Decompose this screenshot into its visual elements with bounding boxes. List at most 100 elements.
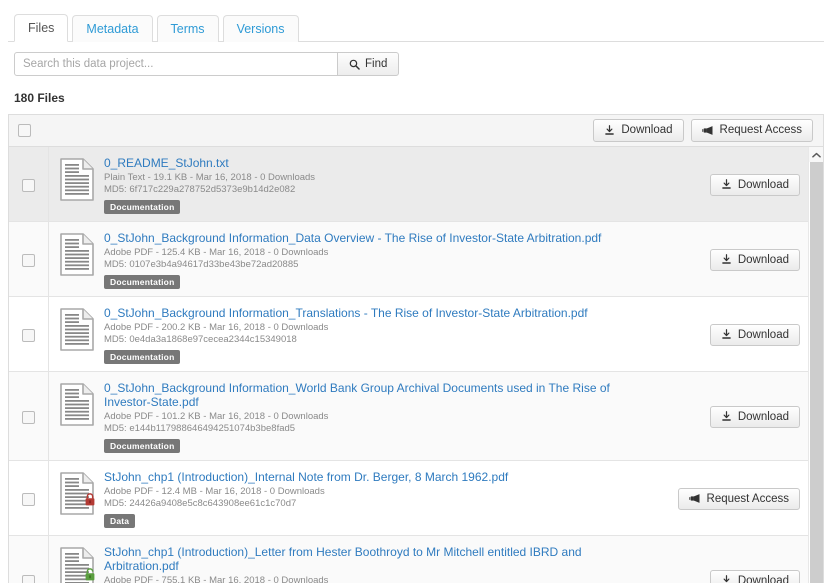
tab-metadata[interactable]: Metadata <box>72 14 153 42</box>
row-info-cell: 0_StJohn_Background Information_Translat… <box>104 305 635 365</box>
download-icon <box>721 411 732 422</box>
row-select-checkbox[interactable] <box>22 328 35 342</box>
row-info-cell: StJohn_chp1 (Introduction)_Letter from H… <box>104 544 635 583</box>
file-md5: MD5: 24426a9408e5c8c643908ee61c1c70d7 <box>104 498 297 509</box>
table-row[interactable]: 0_README_StJohn.txt Plain Text - 19.1 KB … <box>9 147 810 222</box>
scrollbar-thumb[interactable] <box>810 162 823 583</box>
row-action-label: Download <box>737 574 789 583</box>
row-action-cell: Download <box>635 155 810 215</box>
file-name-link[interactable]: 0_StJohn_Background Information_World Ba… <box>104 381 627 409</box>
bulk-download-button[interactable]: Download <box>593 119 684 142</box>
files-panel: FilesMetadataTermsVersions Find 180 File… <box>0 0 832 583</box>
row-action-button[interactable]: Download <box>709 405 800 429</box>
row-action-label: Download <box>737 253 789 266</box>
row-info-cell: 0_StJohn_Background Information_Data Ove… <box>104 230 635 290</box>
chevron-up-icon <box>812 152 821 158</box>
row-checkbox-cell <box>9 461 49 535</box>
file-count: 180 Files <box>14 91 65 105</box>
file-type-icon <box>59 472 96 515</box>
file-meta: Plain Text - 19.1 KB - Mar 16, 2018 - 0 … <box>104 172 316 183</box>
row-icon-cell <box>49 155 104 215</box>
row-action-button[interactable]: Request Access <box>677 487 800 511</box>
files-scrollbar[interactable] <box>808 147 823 583</box>
search-icon <box>349 59 360 70</box>
file-name-link[interactable]: StJohn_chp1 (Introduction)_Letter from H… <box>104 545 627 573</box>
search-row: Find <box>14 52 400 76</box>
file-category-badge: Documentation <box>104 350 181 364</box>
bulk-request-access-button[interactable]: Request Access <box>690 119 813 142</box>
row-icon-cell <box>49 230 104 290</box>
file-type-icon <box>59 383 94 426</box>
unlock-icon <box>84 568 96 583</box>
tab-versions[interactable]: Versions <box>222 14 299 42</box>
file-type-icon <box>59 547 96 583</box>
table-row[interactable]: StJohn_chp1 (Introduction)_Letter from H… <box>9 536 810 583</box>
file-name-link[interactable]: 0_README_StJohn.txt <box>104 156 627 170</box>
table-row[interactable]: 0_StJohn_Background Information_World Ba… <box>9 372 810 461</box>
file-category-badge: Data <box>104 514 136 528</box>
table-row[interactable]: StJohn_chp1 (Introduction)_Internal Note… <box>9 461 810 536</box>
file-name-link[interactable]: 0_StJohn_Background Information_Translat… <box>104 306 627 320</box>
row-select-checkbox[interactable] <box>22 410 35 424</box>
row-checkbox-cell <box>9 372 49 460</box>
file-type-icon <box>59 233 94 276</box>
file-md5: MD5: 6f717c229a278752d5373e9b14d2e082 <box>104 184 296 195</box>
row-checkbox-cell <box>9 297 49 371</box>
select-all-checkbox[interactable] <box>18 124 31 137</box>
find-button-label: Find <box>365 58 388 70</box>
megaphone-icon <box>688 493 701 504</box>
row-action-button[interactable]: Download <box>709 569 800 583</box>
search-input[interactable] <box>14 52 338 76</box>
files-table: Download Request Access 0_README_StJohn.… <box>8 114 824 583</box>
row-icon-cell <box>49 469 104 529</box>
scrollbar-track[interactable] <box>809 162 823 583</box>
bulk-request-access-label: Request Access <box>719 124 802 137</box>
row-select-checkbox[interactable] <box>22 574 35 583</box>
files-table-header: Download Request Access <box>9 115 823 147</box>
file-md5: MD5: 0e4da3a1868e97cecea2344c15349018 <box>104 334 297 345</box>
row-action-label: Download <box>737 178 789 191</box>
lock-icon <box>84 493 96 511</box>
row-action-button[interactable]: Download <box>709 173 800 197</box>
find-button[interactable]: Find <box>337 52 400 76</box>
file-meta: Adobe PDF - 12.4 MB - Mar 16, 2018 - 0 D… <box>104 486 325 497</box>
tab-terms[interactable]: Terms <box>156 14 219 42</box>
row-icon-cell <box>49 544 104 583</box>
megaphone-icon <box>701 125 714 136</box>
row-action-cell: Download <box>635 380 810 454</box>
row-checkbox-cell <box>9 536 49 583</box>
file-meta: Adobe PDF - 755.1 KB - Mar 16, 2018 - 0 … <box>104 575 329 583</box>
row-action-cell: Download <box>635 544 810 583</box>
file-category-badge: Documentation <box>104 275 181 289</box>
file-md5: MD5: 0107e3b4a94617d33be43be72ad20885 <box>104 259 299 270</box>
row-action-label: Request Access <box>706 492 789 505</box>
row-info-cell: 0_StJohn_Background Information_World Ba… <box>104 380 635 454</box>
row-action-cell: Request Access <box>635 469 810 529</box>
row-info-cell: StJohn_chp1 (Introduction)_Internal Note… <box>104 469 635 529</box>
row-action-button[interactable]: Download <box>709 323 800 347</box>
row-action-label: Download <box>737 410 789 423</box>
row-select-checkbox[interactable] <box>22 253 35 267</box>
download-icon <box>721 575 732 583</box>
file-name-link[interactable]: 0_StJohn_Background Information_Data Ove… <box>104 231 627 245</box>
download-icon <box>721 254 732 265</box>
download-icon <box>721 179 732 190</box>
table-row[interactable]: 0_StJohn_Background Information_Translat… <box>9 297 810 372</box>
file-md5: MD5: e144b117988646494251074b3be8fad5 <box>104 423 296 434</box>
download-icon <box>721 329 732 340</box>
file-category-badge: Documentation <box>104 200 181 214</box>
file-meta: Adobe PDF - 125.4 KB - Mar 16, 2018 - 0 … <box>104 247 329 258</box>
file-name-link[interactable]: StJohn_chp1 (Introduction)_Internal Note… <box>104 470 627 484</box>
scroll-up-button[interactable] <box>809 147 823 162</box>
row-select-checkbox[interactable] <box>22 178 35 192</box>
file-type-icon <box>59 158 94 201</box>
row-icon-cell <box>49 305 104 365</box>
row-info-cell: 0_README_StJohn.txt Plain Text - 19.1 KB … <box>104 155 635 215</box>
tab-files[interactable]: Files <box>14 13 69 42</box>
table-row[interactable]: 0_StJohn_Background Information_Data Ove… <box>9 222 810 297</box>
files-rows-viewport: 0_README_StJohn.txt Plain Text - 19.1 KB … <box>9 147 823 583</box>
file-type-icon <box>59 308 94 351</box>
file-meta: Adobe PDF - 101.2 KB - Mar 16, 2018 - 0 … <box>104 411 329 422</box>
row-action-button[interactable]: Download <box>709 248 800 272</box>
row-select-checkbox[interactable] <box>22 492 35 506</box>
